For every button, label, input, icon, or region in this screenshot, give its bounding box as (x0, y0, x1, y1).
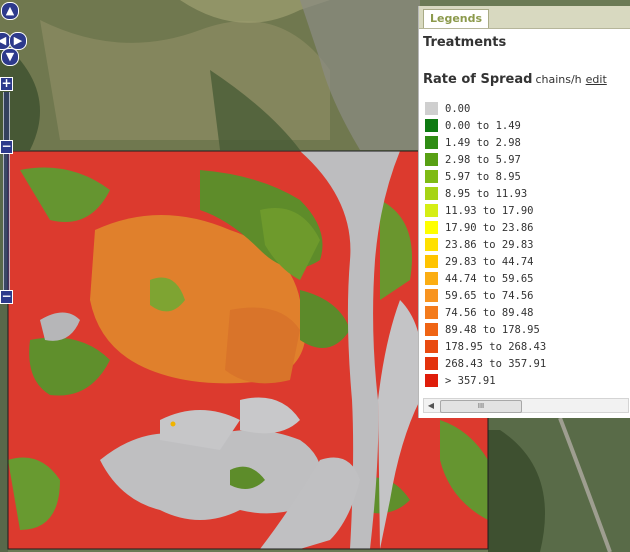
legend-label: 44.74 to 59.65 (445, 272, 534, 285)
legend-item: 29.83 to 44.74 (425, 253, 546, 270)
zoom-out-button[interactable]: − (0, 140, 13, 154)
legend-label: 0.00 (445, 102, 471, 115)
legend-item: 1.49 to 2.98 (425, 134, 546, 151)
legend-item: 0.00 to 1.49 (425, 117, 546, 134)
legend-swatch (425, 255, 438, 268)
legend-label: 268.43 to 357.91 (445, 357, 547, 370)
legend-item: 17.90 to 23.86 (425, 219, 546, 236)
legend-label: 1.49 to 2.98 (445, 136, 521, 149)
legend-label: 59.65 to 74.56 (445, 289, 534, 302)
legend-swatch (425, 187, 438, 200)
legend-swatch (425, 238, 438, 251)
legend-swatch (425, 357, 438, 370)
legend-swatch (425, 170, 438, 183)
rate-of-spread-overlay (7, 150, 489, 550)
legend-swatch (425, 374, 438, 387)
legend-item: 8.95 to 11.93 (425, 185, 546, 202)
horizontal-scrollbar[interactable]: ◀ III (423, 398, 629, 413)
legend-item: > 357.91 (425, 372, 546, 389)
legend-item: 44.74 to 59.65 (425, 270, 546, 287)
terrain-patch (40, 20, 330, 140)
legend-item: 59.65 to 74.56 (425, 287, 546, 304)
legend-swatch (425, 272, 438, 285)
legend-item: 23.86 to 29.83 (425, 236, 546, 253)
legend-swatch (425, 119, 438, 132)
legend-swatch (425, 221, 438, 234)
legend-swatch (425, 340, 438, 353)
legend-label: 17.90 to 23.86 (445, 221, 534, 234)
scroll-left-arrow-icon[interactable]: ◀ (426, 399, 436, 412)
legend-label: 29.83 to 44.74 (445, 255, 534, 268)
pan-down-button[interactable]: ▼ (1, 48, 19, 66)
legend-item: 5.97 to 8.95 (425, 168, 546, 185)
legend-swatch (425, 289, 438, 302)
legend-swatch (425, 102, 438, 115)
ignition-point (170, 421, 176, 427)
legend-swatch (425, 136, 438, 149)
legend-label: > 357.91 (445, 374, 496, 387)
legend-panel: Legends Treatments Rate of Spread chains/… (418, 6, 630, 418)
zoom-out-button[interactable]: − (0, 290, 13, 304)
rate-of-spread-header: Rate of Spread chains/h edit (423, 72, 607, 87)
edit-link[interactable]: edit (586, 73, 607, 86)
scrollbar-thumb[interactable]: III (440, 400, 522, 413)
legend-item: 2.98 to 5.97 (425, 151, 546, 168)
zoom-slider[interactable] (3, 92, 10, 290)
legend-label: 0.00 to 1.49 (445, 119, 521, 132)
legend-item: 89.48 to 178.95 (425, 321, 546, 338)
legend-label: 8.95 to 11.93 (445, 187, 528, 200)
legend-label: 89.48 to 178.95 (445, 323, 540, 336)
legend-label: 2.98 to 5.97 (445, 153, 521, 166)
legend-item: 178.95 to 268.43 (425, 338, 546, 355)
legend-label: 178.95 to 268.43 (445, 340, 547, 353)
legend-swatch (425, 153, 438, 166)
overlay-zone-orange (225, 307, 300, 384)
rate-of-spread-unit: chains/h (535, 73, 582, 86)
pan-up-button[interactable]: ▲ (1, 2, 19, 20)
zoom-in-button[interactable]: + (0, 77, 13, 91)
legend-tabbar: Legends (419, 6, 630, 29)
legend-swatch (425, 323, 438, 336)
legend-section-title: Treatments (423, 35, 507, 50)
legend-item: 11.93 to 17.90 (425, 202, 546, 219)
legend-swatch (425, 306, 438, 319)
legend-list: 0.00 0.00 to 1.49 1.49 to 2.98 2.98 to 5.97… (425, 100, 546, 389)
legend-item: 0.00 (425, 100, 546, 117)
legend-swatch (425, 204, 438, 217)
legend-label: 74.56 to 89.48 (445, 306, 534, 319)
tab-legends[interactable]: Legends (423, 9, 490, 28)
rate-of-spread-title: Rate of Spread (423, 72, 533, 87)
legend-item: 268.43 to 357.91 (425, 355, 546, 372)
legend-label: 5.97 to 8.95 (445, 170, 521, 183)
legend-label: 23.86 to 29.83 (445, 238, 534, 251)
legend-item: 74.56 to 89.48 (425, 304, 546, 321)
legend-label: 11.93 to 17.90 (445, 204, 534, 217)
